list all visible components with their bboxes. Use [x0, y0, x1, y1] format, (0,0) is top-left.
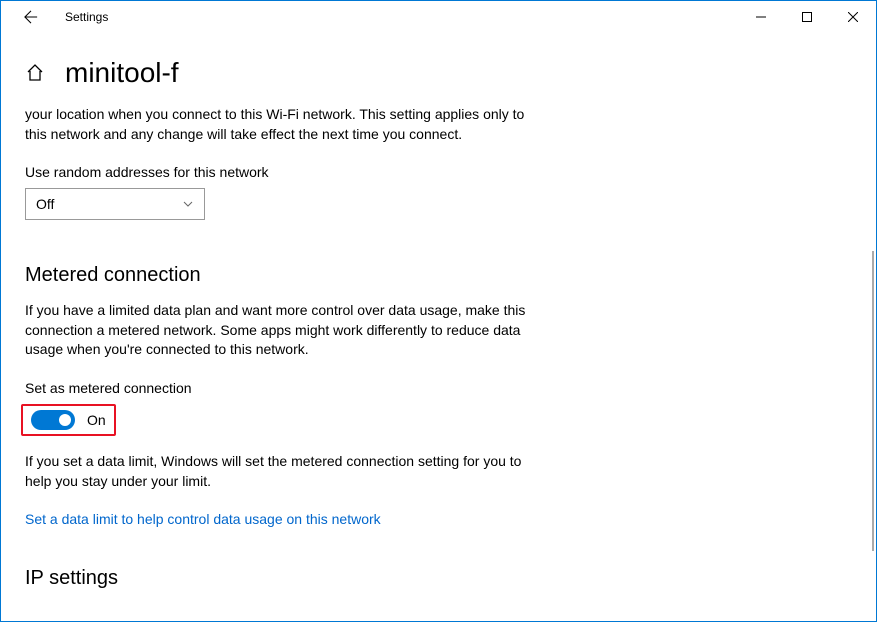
close-button[interactable] [830, 1, 876, 33]
scrollbar[interactable] [872, 251, 874, 551]
window-controls [738, 1, 876, 33]
random-mac-description: your location when you connect to this W… [25, 105, 537, 144]
data-limit-link[interactable]: Set a data limit to help control data us… [25, 511, 381, 527]
chevron-down-icon [182, 198, 194, 210]
titlebar-left: Settings [1, 1, 738, 33]
content: your location when you connect to this W… [1, 105, 561, 590]
metered-limit-description: If you set a data limit, Windows will se… [25, 452, 537, 491]
metered-heading: Metered connection [25, 264, 537, 287]
toggle-state: On [87, 412, 106, 428]
back-button[interactable] [13, 1, 49, 33]
maximize-icon [802, 12, 812, 22]
maximize-button[interactable] [784, 1, 830, 33]
metered-description: If you have a limited data plan and want… [25, 301, 537, 360]
toggle-knob [59, 414, 71, 426]
content-scroll[interactable]: your location when you connect to this W… [1, 105, 876, 621]
arrow-left-icon [24, 10, 38, 24]
minimize-button[interactable] [738, 1, 784, 33]
home-icon[interactable] [25, 63, 45, 83]
random-mac-dropdown[interactable]: Off [25, 188, 205, 220]
page-title: minitool-f [65, 57, 179, 89]
metered-toggle[interactable] [31, 410, 75, 430]
random-mac-label: Use random addresses for this network [25, 164, 537, 180]
metered-toggle-label: Set as metered connection [25, 380, 537, 396]
close-icon [848, 12, 858, 22]
dropdown-value: Off [36, 196, 54, 212]
minimize-icon [756, 12, 766, 22]
ip-settings-heading: IP settings [25, 567, 537, 590]
titlebar: Settings [1, 1, 876, 33]
metered-toggle-row: On [21, 404, 116, 436]
page-header: minitool-f [1, 33, 876, 109]
app-title: Settings [65, 10, 108, 24]
